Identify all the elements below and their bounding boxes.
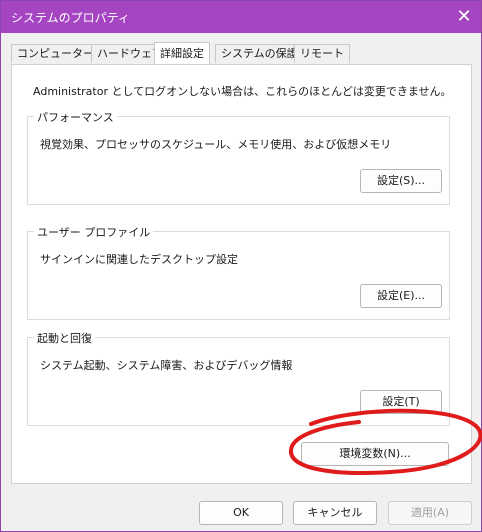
tab-advanced[interactable]: 詳細設定 (154, 42, 210, 64)
user-profile-title: ユーザー プロファイル (34, 224, 154, 240)
ok-button[interactable]: OK (199, 501, 283, 525)
startup-recovery-desc: システム起動、システム障害、およびデバッグ情報 (40, 359, 293, 372)
performance-settings-button[interactable]: 設定(S)... (360, 169, 442, 193)
performance-title: パフォーマンス (34, 109, 117, 125)
tab-system-protection[interactable]: システムの保護 (215, 44, 304, 63)
apply-button[interactable]: 適用(A) (388, 501, 472, 525)
performance-group: パフォーマンス 視覚効果、プロセッサのスケジュール、メモリ使用、および仮想メモリ… (27, 109, 450, 205)
user-profile-group: ユーザー プロファイル サインインに関連したデスクトップ設定 設定(E)... (27, 224, 450, 320)
performance-desc: 視覚効果、プロセッサのスケジュール、メモリ使用、および仮想メモリ (40, 138, 392, 151)
user-profile-desc: サインインに関連したデスクトップ設定 (40, 253, 238, 266)
user-profile-settings-button[interactable]: 設定(E)... (360, 284, 442, 308)
startup-recovery-title: 起動と回復 (34, 330, 95, 346)
cancel-button[interactable]: キャンセル (293, 501, 377, 525)
title-bar[interactable]: システムのプロパティ ✕ (1, 1, 481, 33)
tab-remote[interactable]: リモート (294, 44, 350, 63)
admin-notice: Administrator としてログオンしない場合は、これらのほとんどは変更で… (33, 85, 452, 98)
environment-variables-button[interactable]: 環境変数(N)... (301, 442, 449, 466)
startup-recovery-settings-button[interactable]: 設定(T) (360, 390, 442, 414)
system-properties-window: システムのプロパティ ✕ コンピューター名 ハードウェア 詳細設定 システムの保… (0, 0, 482, 532)
window-title: システムのプロパティ (11, 11, 130, 25)
close-icon[interactable]: ✕ (451, 4, 477, 30)
advanced-tab-panel: Administrator としてログオンしない場合は、これらのほとんどは変更で… (11, 64, 472, 484)
startup-recovery-group: 起動と回復 システム起動、システム障害、およびデバッグ情報 設定(T) (27, 330, 450, 426)
